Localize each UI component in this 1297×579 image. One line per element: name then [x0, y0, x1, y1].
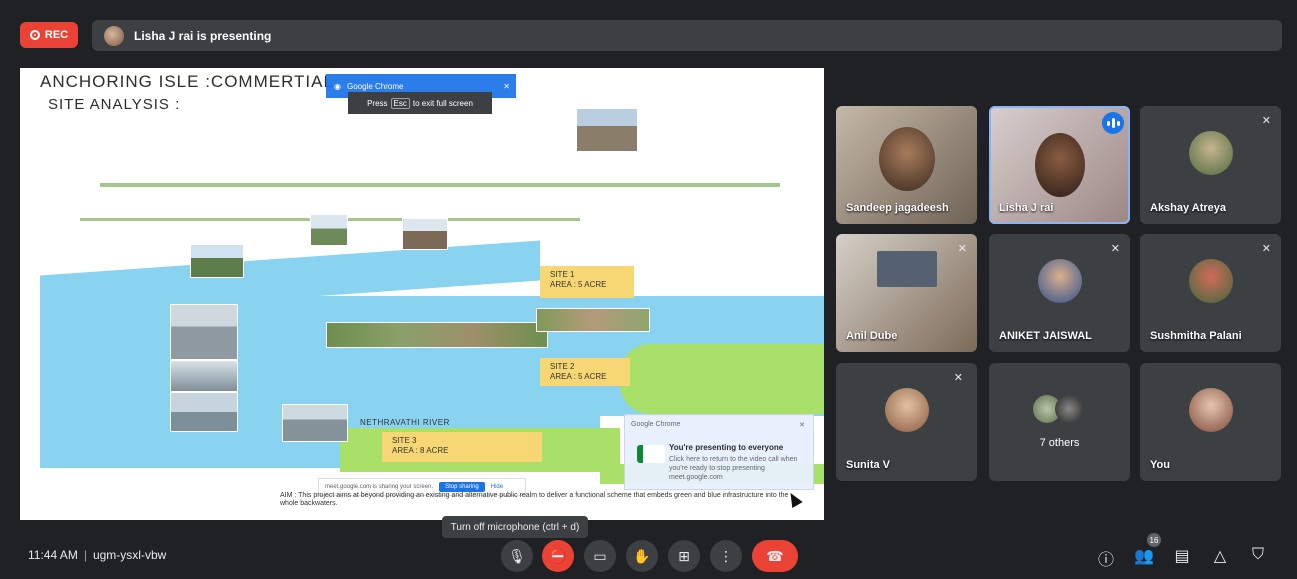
participant-tile[interactable]: ✕ Sunita V [836, 363, 977, 481]
presenting-toast[interactable]: Google Chrome ✕ You're presenting to eve… [624, 414, 814, 490]
captions-icon: ▭ [593, 547, 607, 564]
present-icon: ⊞ [678, 547, 690, 564]
presenting-banner[interactable]: Lisha J rai is presenting [92, 20, 1282, 51]
self-tile[interactable]: You [1140, 363, 1281, 481]
participant-name: Sandeep jagadeesh [846, 202, 949, 214]
participant-tile[interactable]: Sandeep jagadeesh [836, 106, 977, 224]
river-label: NETHRAVATHI RIVER [360, 418, 450, 427]
shared-screen: ANCHORING ISLE :COMMERTIAL SITE ANALYSIS… [20, 68, 824, 520]
participant-tile[interactable]: ✕ ANIKET JAISWAL [989, 234, 1130, 352]
participant-tile-speaking[interactable]: Lisha J rai [989, 106, 1130, 224]
mic-muted-icon: ✕ [1261, 243, 1271, 255]
recording-label: REC [44, 29, 69, 41]
site-photo-strip [326, 322, 548, 348]
people-icon[interactable]: 👥 [1134, 546, 1154, 566]
site-photo-strip [536, 308, 650, 332]
participant-name: Anil Dube [846, 330, 898, 342]
camera-button[interactable]: ⛔ [542, 540, 574, 572]
site-photo [402, 218, 448, 250]
site-photo [282, 404, 348, 442]
road-shape [100, 183, 780, 187]
site-photo [310, 214, 348, 246]
participant-video [1034, 133, 1085, 197]
site-3-label: SITE 3 AREA : 8 ACRE [382, 432, 542, 462]
clock-time: 11:44 AM [28, 548, 78, 562]
present-button[interactable]: ⊞ [668, 540, 700, 572]
chrome-icon: ◉ [334, 81, 341, 91]
sheet-title: ANCHORING ISLE :COMMERTIAL [40, 72, 334, 91]
participant-video [876, 251, 937, 288]
participant-tile[interactable]: ✕ Anil Dube [836, 234, 977, 352]
fullscreen-hint: Press Esc to exit full screen [348, 92, 492, 114]
others-tile[interactable]: 7 others [989, 363, 1130, 481]
mic-muted-icon: ✕ [1110, 243, 1120, 255]
raise-hand-icon: ✋ [633, 547, 651, 564]
participant-tile[interactable]: ✕ Sushmitha Palani [1140, 234, 1281, 352]
end-call-icon: ☎ [766, 547, 784, 564]
info-icon[interactable]: ⓘ [1096, 546, 1116, 570]
participant-name: Sushmitha Palani [1150, 330, 1242, 342]
speaking-indicator-icon [1102, 112, 1124, 134]
avatar [1188, 259, 1233, 304]
mic-muted-icon: ✕ [953, 372, 963, 384]
raise-hand-button[interactable]: ✋ [626, 540, 658, 572]
chat-icon[interactable]: ▤ [1172, 546, 1192, 566]
site-photo [170, 304, 238, 360]
recording-badge[interactable]: REC [20, 22, 78, 48]
toast-body: Click here to return to the video call w… [669, 456, 798, 481]
participant-video [878, 127, 935, 192]
microphone-icon: 🎙 [508, 547, 526, 564]
microphone-button[interactable]: 🎙 [501, 540, 533, 572]
avatar [1055, 395, 1083, 423]
avatar [884, 388, 929, 433]
avatar [1037, 259, 1082, 304]
participant-name: Lisha J rai [999, 202, 1054, 214]
meeting-info: 11:44 AM | ugm-ysxl-vbw [28, 548, 167, 562]
others-count-label: 7 others [1039, 437, 1080, 449]
toast-title: You're presenting to everyone [669, 443, 784, 452]
close-icon[interactable]: ✕ [799, 421, 805, 429]
participant-name: Sunita V [846, 459, 891, 471]
site-photo [190, 244, 244, 278]
hide-button[interactable]: Hide [491, 484, 503, 490]
camera-off-icon: ⛔ [549, 547, 567, 564]
green-area [620, 344, 824, 414]
close-icon[interactable]: ✕ [503, 82, 510, 91]
toast-app-name: Google Chrome [631, 421, 681, 428]
host-controls-icon[interactable]: ⛉ [1248, 546, 1268, 564]
avatar [1188, 388, 1233, 433]
site-photo [170, 392, 238, 432]
meeting-code: ugm-ysxl-vbw [92, 548, 167, 562]
participant-count-badge: 16 [1147, 533, 1161, 547]
site-photo [576, 108, 638, 152]
presenter-avatar [104, 25, 124, 46]
more-options-button[interactable]: ⋮ [710, 540, 742, 572]
more-options-icon: ⋮ [719, 547, 733, 564]
meet-logo-icon [637, 445, 665, 463]
stop-sharing-button[interactable]: Stop sharing [439, 482, 485, 492]
site-photo [170, 360, 238, 392]
captions-button[interactable]: ▭ [584, 540, 616, 572]
presenting-text: Lisha J rai is presenting [134, 28, 272, 43]
avatar [1188, 131, 1233, 176]
site-1-label: SITE 1 AREA : 5 ACRE [540, 266, 634, 298]
others-avatars [1033, 395, 1085, 425]
mic-muted-icon: ✕ [957, 243, 967, 255]
site-2-label: SITE 2 AREA : 5 ACRE [540, 358, 630, 386]
participant-tile[interactable]: ✕ Akshay Atreya [1140, 106, 1281, 224]
mic-tooltip: Turn off microphone (ctrl + d) [442, 516, 588, 538]
participant-name: You [1150, 459, 1170, 471]
participant-name: ANIKET JAISWAL [999, 330, 1092, 342]
mic-muted-icon: ✕ [1261, 115, 1271, 127]
end-call-button[interactable]: ☎ [752, 540, 798, 572]
record-icon [29, 30, 40, 40]
participant-name: Akshay Atreya [1150, 202, 1227, 214]
activities-icon[interactable]: △ [1210, 546, 1230, 566]
sheet-subtitle: SITE ANALYSIS : [48, 96, 181, 113]
aim-text: AIM : This project aims at beyond provid… [280, 492, 789, 507]
